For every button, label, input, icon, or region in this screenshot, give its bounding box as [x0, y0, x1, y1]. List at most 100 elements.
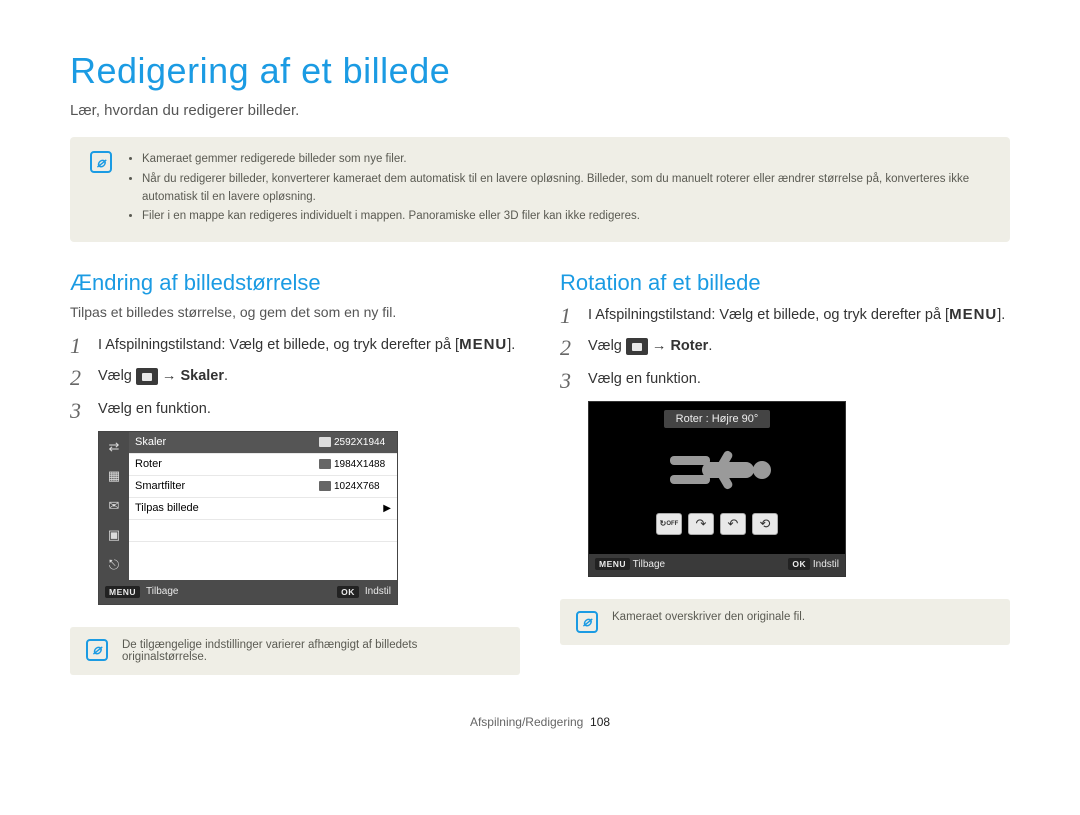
bold-term: Roter — [670, 338, 708, 354]
page-intro: Lær, hvordan du redigerer billeder. — [70, 102, 1010, 119]
text: . — [708, 338, 712, 354]
top-note-item: Filer i en mappe kan redigeres individue… — [142, 208, 990, 226]
rotate-note-text: Kameraet overskriver den originale fil. — [612, 611, 805, 633]
resize-step-1: 1 I Afspilningstilstand: Vælg et billede… — [70, 334, 520, 358]
usb-icon: ⎋ — [99, 550, 129, 580]
resize-step-3: 3 Vælg en funktion. — [70, 399, 520, 423]
rotate-step-1: 1 I Afspilningstilstand: Vælg et billede… — [560, 304, 1010, 328]
edit-icon — [136, 368, 158, 385]
step-body: Vælg en funktion. — [588, 369, 701, 391]
row-value: 1984X1488 — [315, 459, 397, 470]
footer-section: Afspilning/Redigering — [470, 715, 583, 729]
step-number: 3 — [70, 399, 88, 423]
step-number: 1 — [70, 334, 88, 358]
step-body: Vælg → Roter. — [588, 336, 712, 358]
top-note-item: Kameraet gemmer redigerede billeder som … — [142, 151, 990, 169]
rotate-section: Rotation af et billede 1 I Afspilningsti… — [560, 270, 1010, 675]
step-number: 3 — [560, 369, 578, 393]
cam2-footer: MENU Tilbage OK Indstil — [589, 554, 845, 576]
top-info-box: ⌀ Kameraet gemmer redigerede billeder so… — [70, 137, 1010, 242]
rotate-step-3: 3 Vælg en funktion. — [560, 369, 1010, 393]
menu-pill: MENU — [595, 558, 630, 570]
bold-term: Skaler — [180, 368, 224, 384]
ok-pill: OK — [788, 558, 810, 570]
text: Vælg — [98, 368, 136, 384]
list-item[interactable]: Roter 1984X1488 — [129, 454, 397, 476]
list-item[interactable]: Smartfilter 1024X768 — [129, 476, 397, 498]
rotate-heading: Rotation af et billede — [560, 270, 1010, 296]
rotate-button-row: ↻OFF ↷ ↶ ⟲ — [656, 513, 778, 535]
share-icon: ✉ — [99, 491, 129, 521]
row-value: 2592X1944 — [315, 437, 397, 448]
menu-label: MENU — [459, 336, 507, 353]
info-icon: ⌀ — [90, 151, 112, 173]
step-number: 2 — [560, 336, 578, 360]
ok-label: Indstil — [813, 559, 839, 570]
footer-right: OK Indstil — [788, 559, 839, 570]
top-note-item: Når du redigerer billeder, konverterer k… — [142, 171, 990, 207]
folder-icon: ▣ — [99, 521, 129, 551]
rotate-left-button[interactable]: ↶ — [720, 513, 746, 535]
cam-footer: MENU Tilbage OK Indstil — [99, 580, 397, 604]
row-label: Roter — [129, 458, 315, 470]
info-icon: ⌀ — [576, 611, 598, 633]
edit-icon — [626, 338, 648, 355]
camera-screenshot-rotate: Roter : Højre 90° ↻OFF ↷ — [588, 401, 846, 577]
text: 2592X1944 — [334, 437, 385, 448]
ok-label: Indstil — [365, 586, 391, 597]
rotate-off-button[interactable]: ↻OFF — [656, 513, 682, 535]
person-figure — [662, 446, 772, 499]
row-label: Skaler — [129, 436, 315, 448]
cam-side-icons: ⇄ ▦ ✉ ▣ ⎋ — [99, 432, 129, 580]
page-root: Redigering af et billede Lær, hvordan du… — [0, 0, 1080, 749]
step-number: 2 — [70, 366, 88, 390]
back-label: Tilbage — [146, 586, 178, 597]
rotate-step-2: 2 Vælg → Roter. — [560, 336, 1010, 360]
size-icon — [319, 481, 331, 491]
text: I Afspilningstilstand: Vælg et billede, … — [98, 337, 459, 353]
text: 1024X768 — [334, 481, 380, 492]
rotate-right-button[interactable]: ↷ — [688, 513, 714, 535]
menu-label: MENU — [949, 306, 997, 323]
arrow-icon: → — [648, 338, 671, 354]
ok-pill: OK — [337, 586, 359, 598]
list-item-empty — [129, 542, 397, 564]
menu-pill: MENU — [105, 586, 140, 598]
footer-page-number: 108 — [590, 715, 610, 729]
text: 1984X1488 — [334, 459, 385, 470]
page-title: Redigering af et billede — [70, 50, 1010, 92]
cam-main: Skaler 2592X1944 Roter 1984X1488 Smartfi… — [129, 432, 397, 580]
rotate-caption: Roter : Højre 90° — [664, 410, 771, 428]
text: I Afspilningstilstand: Vælg et billede, … — [588, 307, 949, 323]
cam-list: Skaler 2592X1944 Roter 1984X1488 Smartfi… — [129, 432, 397, 580]
arrow-icon: → — [158, 368, 181, 384]
edit-icon: ▦ — [99, 461, 129, 491]
rotate =180-button[interactable]: ⟲ — [752, 513, 778, 535]
step-body: Vælg en funktion. — [98, 399, 211, 421]
back-label: Tilbage — [633, 559, 665, 570]
text: . — [224, 368, 228, 384]
row-label: Tilpas billede — [129, 502, 383, 514]
list-item[interactable]: Skaler 2592X1944 — [129, 432, 397, 454]
rotate-note-box: ⌀ Kameraet overskriver den originale fil… — [560, 599, 1010, 645]
two-columns: Ændring af billedstørrelse Tilpas et bil… — [70, 270, 1010, 675]
text: ]. — [507, 337, 515, 353]
list-item[interactable]: Tilpas billede ▶ — [129, 498, 397, 520]
text: ]. — [997, 307, 1005, 323]
resize-note-box: ⌀ De tilgængelige indstillinger varierer… — [70, 627, 520, 675]
cam-body: ⇄ ▦ ✉ ▣ ⎋ Skaler 2592X1944 — [99, 432, 397, 580]
resize-section: Ændring af billedstørrelse Tilpas et bil… — [70, 270, 520, 675]
person-icon — [662, 446, 772, 494]
chevron-right-icon: ▶ — [383, 503, 391, 514]
top-info-list: Kameraet gemmer redigerede billeder som … — [142, 151, 990, 228]
text: Vælg — [588, 338, 626, 354]
camera-screenshot-resize: ⇄ ▦ ✉ ▣ ⎋ Skaler 2592X1944 — [98, 431, 398, 605]
step-number: 1 — [560, 304, 578, 328]
page-footer: Afspilning/Redigering 108 — [70, 715, 1010, 729]
list-item-empty — [129, 520, 397, 542]
step-body: Vælg → Skaler. — [98, 366, 228, 388]
cam2-body: Roter : Højre 90° ↻OFF ↷ — [589, 402, 845, 554]
resize-note-text: De tilgængelige indstillinger varierer a… — [122, 639, 504, 663]
resize-step-2: 2 Vælg → Skaler. — [70, 366, 520, 390]
size-icon — [319, 437, 331, 447]
